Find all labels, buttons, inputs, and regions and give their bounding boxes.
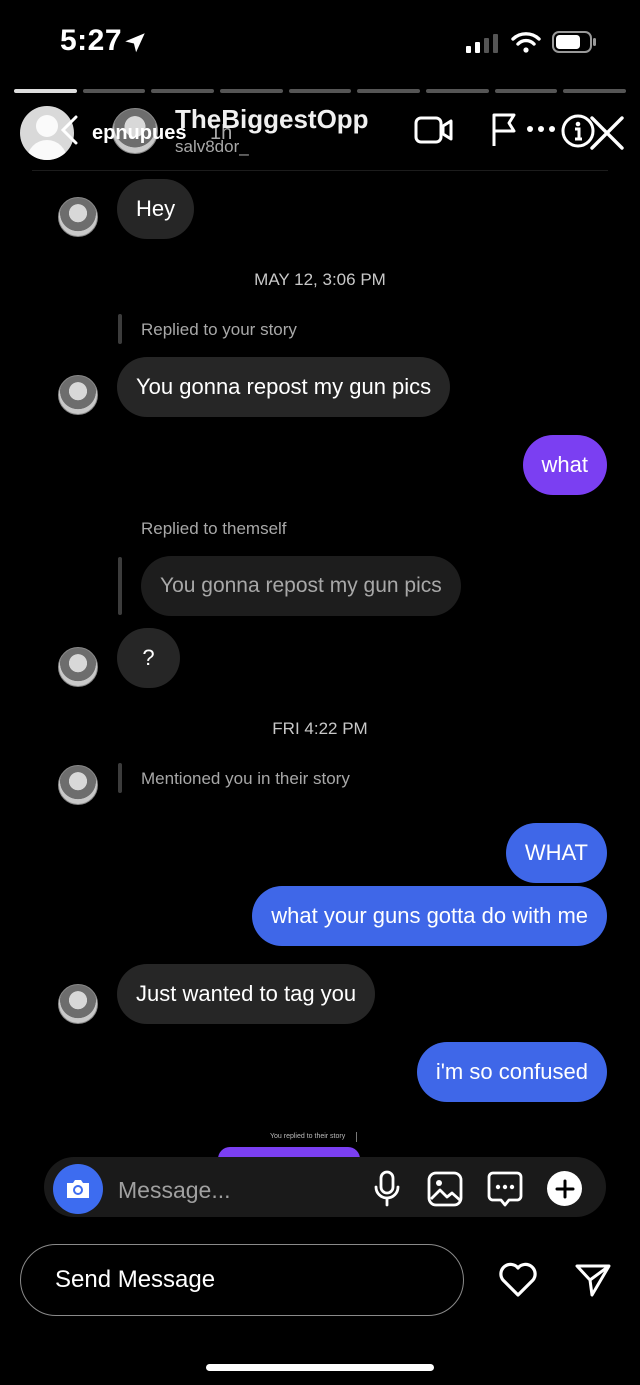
outgoing-message[interactable]: WHAT bbox=[505, 823, 607, 883]
contact-name[interactable]: TheBiggestOpp bbox=[175, 104, 369, 135]
story-progress-bars bbox=[14, 89, 627, 93]
send-message-label: Send Message bbox=[55, 1266, 216, 1293]
signal-icon bbox=[466, 33, 502, 53]
plus-icon bbox=[555, 1179, 574, 1198]
microphone-icon[interactable] bbox=[373, 1170, 401, 1208]
home-indicator[interactable] bbox=[206, 1364, 434, 1371]
outgoing-message[interactable]: what bbox=[522, 435, 607, 495]
reply-indicator-bar bbox=[118, 314, 122, 344]
mention-context-label: Mentioned you in their story bbox=[141, 769, 350, 788]
sender-avatar[interactable] bbox=[58, 765, 98, 805]
share-paper-plane-icon[interactable] bbox=[574, 1261, 612, 1299]
quoted-message[interactable]: You gonna repost my gun pics bbox=[141, 556, 461, 616]
story-reply-divider bbox=[356, 1132, 357, 1142]
incoming-message[interactable]: Hey bbox=[117, 179, 195, 239]
outgoing-message[interactable]: what your guns gotta do with me bbox=[252, 886, 607, 946]
timestamp: FRI 4:22 PM bbox=[272, 719, 368, 738]
camera-icon bbox=[67, 1180, 89, 1198]
reply-indicator-bar bbox=[118, 763, 122, 793]
story-reply-preview-caption: You replied to their story bbox=[270, 1133, 346, 1140]
battery-icon bbox=[552, 31, 598, 53]
add-attachment-button[interactable] bbox=[547, 1171, 582, 1206]
gallery-icon[interactable] bbox=[427, 1171, 463, 1207]
back-chevron-icon[interactable] bbox=[58, 114, 80, 146]
sender-avatar[interactable] bbox=[58, 647, 98, 687]
sticker-chat-icon[interactable] bbox=[487, 1171, 523, 1207]
sender-avatar[interactable] bbox=[58, 984, 98, 1024]
incoming-message[interactable]: You gonna repost my gun pics bbox=[117, 357, 451, 417]
sender-avatar[interactable] bbox=[58, 197, 98, 237]
timestamp: MAY 12, 3:06 PM bbox=[254, 270, 386, 289]
reply-context-label: Replied to themself bbox=[141, 519, 287, 538]
more-options-icon[interactable] bbox=[526, 124, 556, 134]
reply-context-label: Replied to your story bbox=[141, 320, 297, 339]
outgoing-message[interactable]: i'm so confused bbox=[416, 1042, 607, 1102]
wifi-icon bbox=[511, 31, 541, 53]
header-divider bbox=[32, 170, 608, 171]
incoming-message[interactable]: Just wanted to tag you bbox=[117, 964, 376, 1024]
close-icon[interactable] bbox=[587, 113, 627, 153]
incoming-message[interactable]: ? bbox=[117, 628, 180, 688]
send-message-field[interactable]: Send Message bbox=[20, 1244, 464, 1316]
heart-icon[interactable] bbox=[498, 1261, 538, 1299]
reply-indicator-bar bbox=[118, 557, 122, 615]
contact-handle: salv8dor_ bbox=[175, 137, 249, 156]
report-flag-icon[interactable] bbox=[490, 112, 522, 148]
location-arrow-icon bbox=[122, 30, 148, 56]
message-input[interactable] bbox=[116, 1170, 360, 1210]
story-username[interactable]: epnupues bbox=[92, 122, 186, 145]
sender-avatar[interactable] bbox=[58, 375, 98, 415]
camera-button[interactable] bbox=[53, 1164, 103, 1214]
video-call-icon[interactable] bbox=[414, 113, 454, 147]
status-time: 5:27 bbox=[60, 24, 123, 57]
